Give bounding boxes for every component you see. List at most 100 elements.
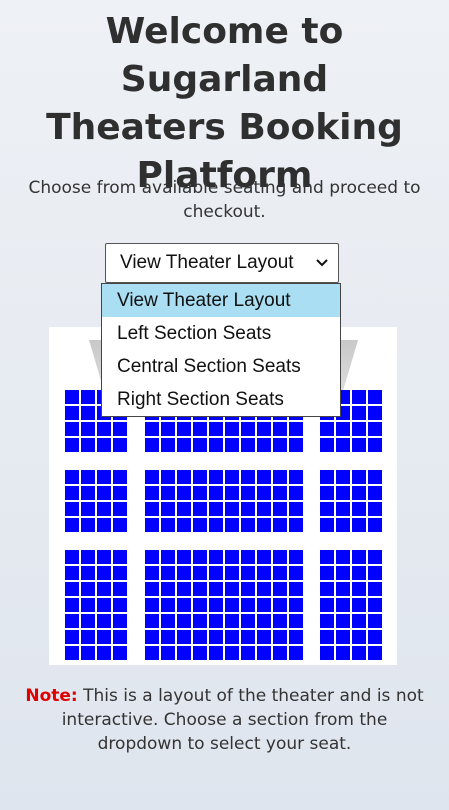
seat: [320, 550, 334, 564]
seat: [320, 646, 334, 660]
title-line: Welcome to Sugarland: [105, 11, 344, 100]
seat: [257, 486, 271, 500]
seat: [289, 470, 303, 484]
seat: [225, 614, 239, 628]
seat: [113, 486, 127, 500]
seat: [81, 486, 95, 500]
seat: [368, 502, 382, 516]
seat: [209, 566, 223, 580]
seat: [241, 518, 255, 532]
section-select[interactable]: View Theater Layout: [105, 243, 339, 283]
page-title: Welcome to Sugarland Theaters Booking Pl…: [0, 8, 449, 200]
seat: [113, 502, 127, 516]
dropdown-option[interactable]: Right Section Seats: [102, 383, 340, 416]
seat: [257, 518, 271, 532]
seat: [145, 614, 159, 628]
seat: [368, 438, 382, 452]
seat: [193, 550, 207, 564]
seat: [368, 390, 382, 404]
seat: [368, 646, 382, 660]
seat: [352, 598, 366, 612]
seat: [145, 582, 159, 596]
seat: [113, 422, 127, 436]
seat: [352, 390, 366, 404]
seat: [352, 422, 366, 436]
seat: [320, 566, 334, 580]
seat: [161, 502, 175, 516]
seat: [97, 438, 111, 452]
seat: [352, 470, 366, 484]
seat: [273, 470, 287, 484]
seat: [81, 614, 95, 628]
seat: [193, 470, 207, 484]
seat: [145, 438, 159, 452]
seat: [336, 598, 350, 612]
seat: [177, 582, 191, 596]
seat: [145, 422, 159, 436]
seat: [65, 566, 79, 580]
seat: [193, 646, 207, 660]
seat-block-right: [320, 470, 382, 532]
seat: [241, 566, 255, 580]
seat: [225, 630, 239, 644]
seat: [161, 566, 175, 580]
seat: [352, 614, 366, 628]
seat: [193, 502, 207, 516]
seat: [289, 646, 303, 660]
seat: [352, 582, 366, 596]
dropdown-option[interactable]: View Theater Layout: [102, 284, 340, 317]
seat: [257, 630, 271, 644]
seat: [193, 518, 207, 532]
seat: [352, 486, 366, 500]
seat: [257, 598, 271, 612]
seat: [289, 422, 303, 436]
seat: [113, 566, 127, 580]
seat: [81, 630, 95, 644]
seat: [273, 438, 287, 452]
seat: [161, 630, 175, 644]
seat: [81, 390, 95, 404]
seat: [145, 646, 159, 660]
seat: [352, 630, 366, 644]
seat: [209, 470, 223, 484]
seat: [336, 422, 350, 436]
seat: [336, 470, 350, 484]
seat: [257, 422, 271, 436]
seat: [257, 566, 271, 580]
seat: [368, 486, 382, 500]
subtitle-line: checkout.: [183, 202, 266, 222]
seat: [225, 422, 239, 436]
seat: [65, 598, 79, 612]
seat: [368, 582, 382, 596]
seat: [225, 598, 239, 612]
seat: [65, 390, 79, 404]
seat: [225, 550, 239, 564]
seat: [113, 470, 127, 484]
seat: [225, 518, 239, 532]
seat: [97, 486, 111, 500]
note-text: This is a layout of the theater and is n…: [77, 686, 424, 706]
seat: [273, 518, 287, 532]
seat: [273, 422, 287, 436]
seat: [81, 598, 95, 612]
seat-block-left: [65, 470, 127, 532]
seat: [241, 438, 255, 452]
seat: [241, 582, 255, 596]
seat: [352, 566, 366, 580]
seat: [81, 470, 95, 484]
seat: [273, 630, 287, 644]
seat: [97, 550, 111, 564]
seat: [81, 550, 95, 564]
dropdown-option[interactable]: Left Section Seats: [102, 317, 340, 350]
seat: [320, 486, 334, 500]
seat: [320, 598, 334, 612]
seat: [177, 550, 191, 564]
seat: [257, 470, 271, 484]
seat: [273, 646, 287, 660]
seat: [113, 582, 127, 596]
seat: [289, 614, 303, 628]
dropdown-option[interactable]: Central Section Seats: [102, 350, 340, 383]
seat: [161, 470, 175, 484]
seat: [81, 566, 95, 580]
seat: [273, 486, 287, 500]
